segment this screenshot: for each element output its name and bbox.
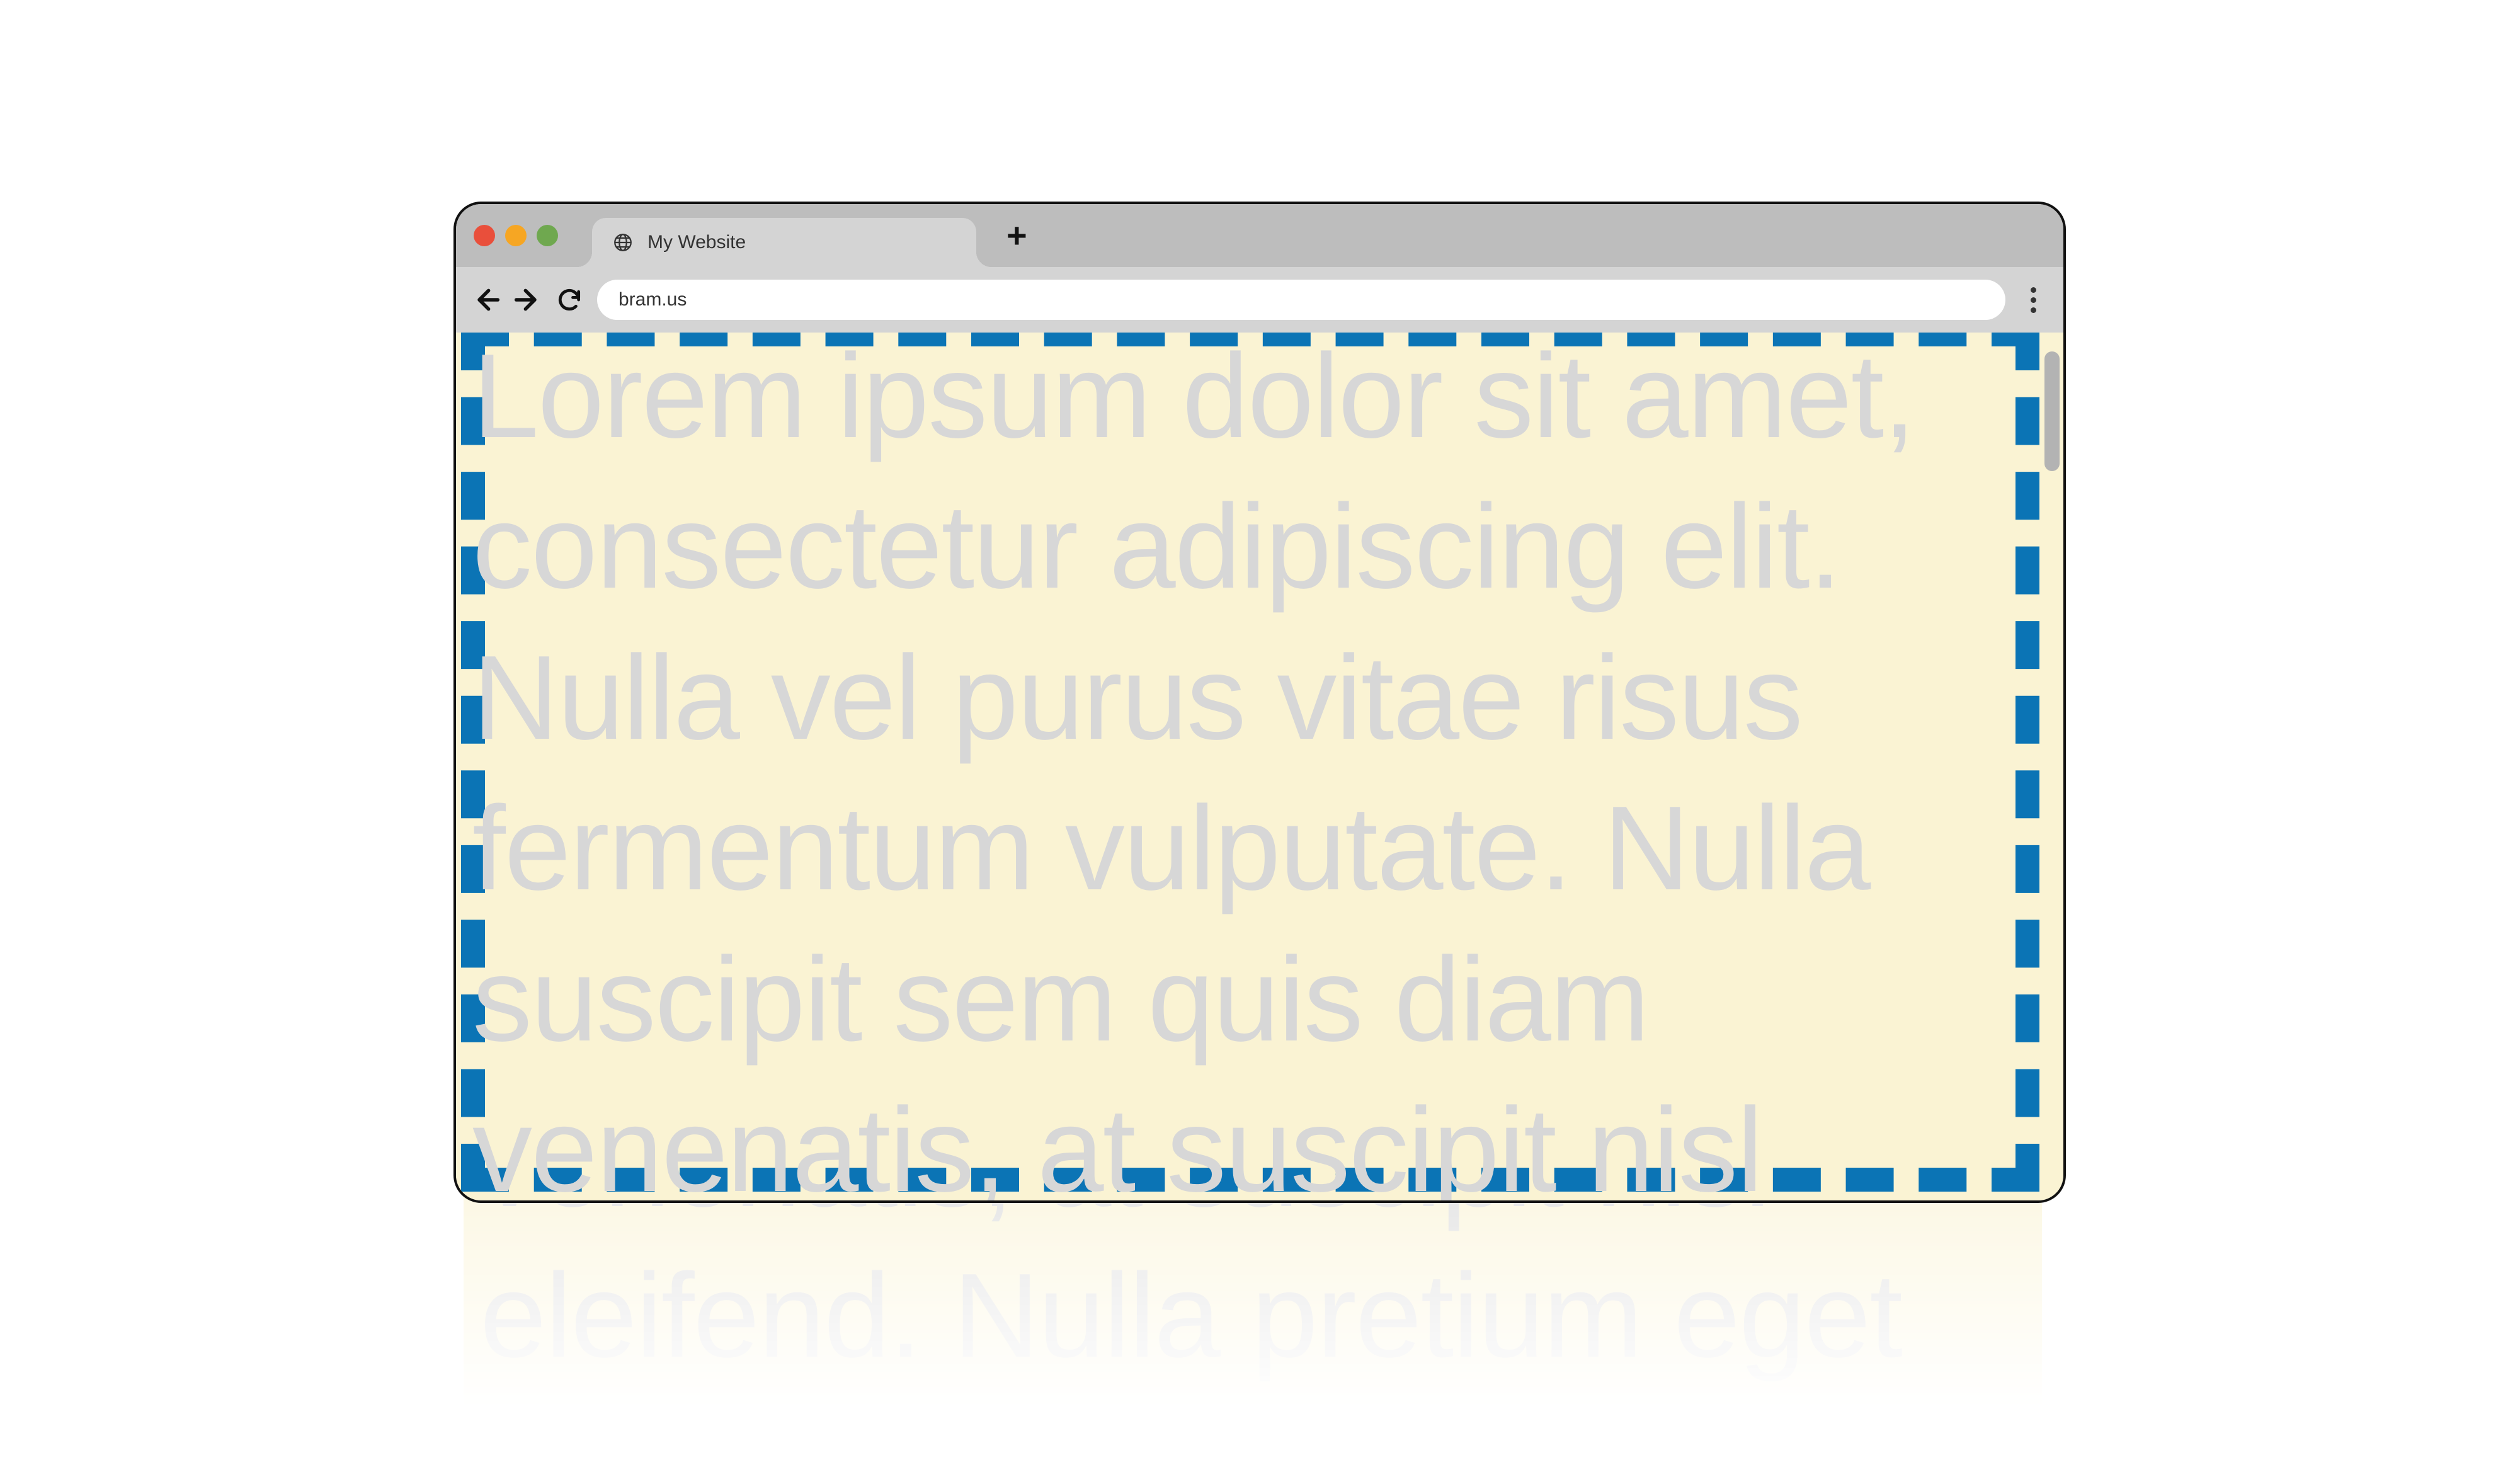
url-text: bram.us xyxy=(619,289,687,311)
maximize-window-button[interactable] xyxy=(537,225,558,246)
page-viewport: Lorem ipsum dolor sit amet, consectetur … xyxy=(456,333,2063,1200)
browser-tab[interactable]: My Website xyxy=(592,218,976,267)
forward-icon[interactable] xyxy=(514,286,542,314)
close-window-button[interactable] xyxy=(474,225,495,246)
tab-strip: My Website + xyxy=(456,204,2063,267)
browser-window: My Website + bram.us xyxy=(453,202,2066,1203)
toolbar: bram.us xyxy=(456,267,2063,333)
body-text: Lorem ipsum dolor sit amet, consectetur … xyxy=(466,333,2038,1200)
minimize-window-button[interactable] xyxy=(505,225,527,246)
scrollbar-thumb[interactable] xyxy=(2044,351,2060,471)
browser-menu-icon[interactable] xyxy=(2019,287,2047,313)
globe-favicon-icon xyxy=(612,232,634,253)
new-tab-button[interactable]: + xyxy=(1006,218,1027,253)
address-bar[interactable]: bram.us xyxy=(597,280,2005,320)
tab-title: My Website xyxy=(647,232,746,253)
window-controls xyxy=(474,225,558,246)
reload-icon[interactable] xyxy=(556,286,583,314)
back-icon[interactable] xyxy=(472,286,500,314)
